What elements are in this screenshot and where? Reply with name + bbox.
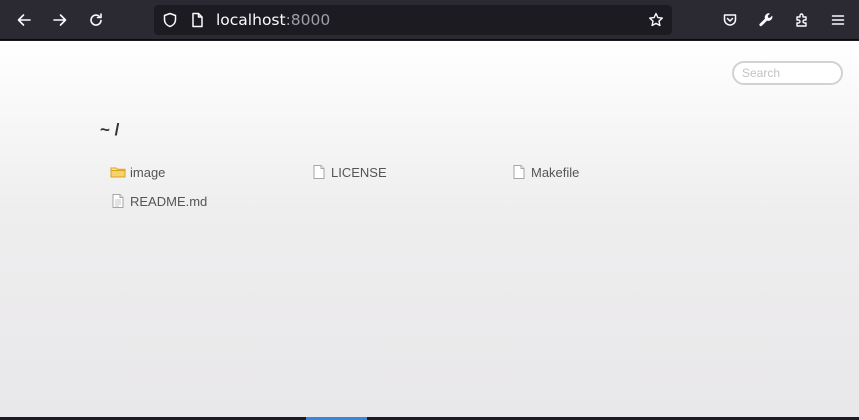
url-bar[interactable]: localhost:8000 [154,5,672,35]
browser-toolbar: localhost:8000 [0,0,859,40]
pocket-button[interactable] [716,6,744,34]
file-name: README.md [130,193,208,209]
text-file-icon [110,193,126,209]
file-link-makefile[interactable]: Makefile [511,163,579,181]
url-port: :8000 [285,11,331,29]
search-input[interactable] [732,61,843,85]
shield-icon[interactable] [162,12,178,28]
extensions-button[interactable] [788,6,816,34]
file-name: LICENSE [331,164,387,180]
star-icon[interactable] [648,12,664,28]
url-text[interactable]: localhost:8000 [216,10,330,30]
pocket-icon [723,14,737,26]
file-name: image [130,164,166,180]
arrow-right-icon [53,14,67,26]
file-icon [311,164,327,180]
page-content: ~ / image LICENSE Makefile [0,41,859,417]
wrench-icon [759,13,773,27]
hamburger-menu-icon [831,15,845,25]
tools-button[interactable] [752,6,780,34]
page-icon[interactable] [189,12,205,28]
breadcrumb: ~ / [100,120,120,139]
arrow-left-icon [17,14,31,26]
back-button[interactable] [10,6,38,34]
file-link-readme[interactable]: README.md [110,192,207,210]
file-link-image[interactable]: image [110,163,165,181]
menu-button[interactable] [824,6,852,34]
reload-icon [90,13,102,26]
reload-button[interactable] [82,6,110,34]
file-icon [511,164,527,180]
folder-icon [110,164,126,180]
url-host: localhost [216,11,286,29]
file-name: Makefile [531,164,580,180]
forward-button[interactable] [46,6,74,34]
puzzle-icon [796,13,807,27]
file-link-license[interactable]: LICENSE [311,163,387,181]
